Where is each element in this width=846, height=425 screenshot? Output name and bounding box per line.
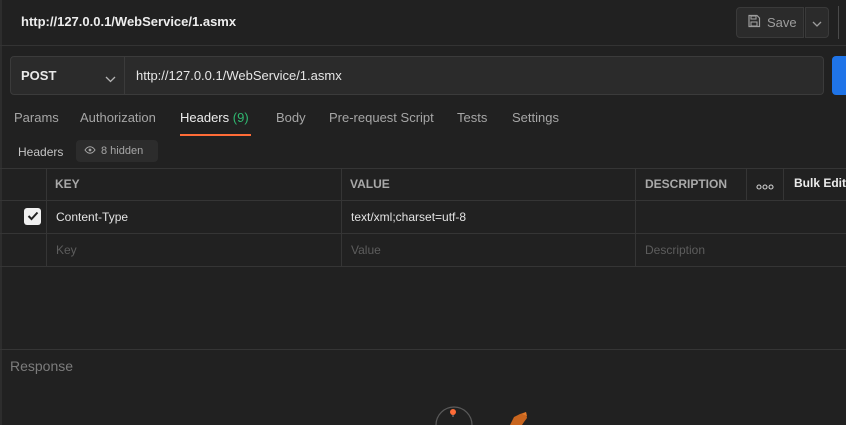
column-header-value: VALUE: [350, 177, 390, 191]
method-label: POST: [21, 68, 57, 83]
tab-settings[interactable]: Settings: [512, 110, 559, 136]
chevron-down-icon: [105, 71, 116, 86]
postman-app: http://127.0.0.1/WebService/1.asmx Save …: [0, 0, 846, 425]
send-button[interactable]: [832, 56, 846, 95]
save-button[interactable]: Save: [736, 7, 804, 38]
tab-params[interactable]: Params: [14, 110, 59, 136]
empty-state-illustration: [430, 405, 540, 425]
request-title-bar: http://127.0.0.1/WebService/1.asmx Save: [0, 0, 846, 46]
save-icon: [747, 14, 761, 31]
tab-pre-request-script[interactable]: Pre-request Script: [329, 110, 434, 136]
save-dropdown-button[interactable]: [805, 7, 829, 38]
headers-section-label: Headers: [18, 145, 64, 159]
tab-label: Headers: [180, 110, 230, 125]
save-label: Save: [767, 15, 797, 30]
tab-tests[interactable]: Tests: [457, 110, 487, 136]
left-edge: [0, 0, 2, 425]
tab-count-badge: (9): [232, 110, 249, 125]
tab-label: Authorization: [80, 110, 156, 125]
divider: [0, 200, 846, 201]
url-input[interactable]: http://127.0.0.1/WebService/1.asmx: [125, 56, 824, 95]
divider: [783, 168, 784, 200]
method-select[interactable]: POST: [10, 56, 125, 95]
divider: [0, 233, 846, 234]
tab-label: Settings: [512, 110, 559, 125]
url-text: http://127.0.0.1/WebService/1.asmx: [136, 68, 342, 83]
ellipsis-icon[interactable]: [756, 179, 774, 190]
divider: [746, 168, 747, 200]
column-header-key: KEY: [55, 177, 80, 191]
divider: [0, 168, 846, 169]
divider: [341, 168, 342, 266]
tab-authorization[interactable]: Authorization: [80, 110, 156, 136]
tab-label: Params: [14, 110, 59, 125]
header-value-cell[interactable]: text/xml;charset=utf-8: [351, 210, 466, 224]
tab-label: Tests: [457, 110, 488, 125]
description-input[interactable]: Description: [645, 243, 705, 257]
header-key-cell[interactable]: Content-Type: [56, 210, 128, 224]
request-title[interactable]: http://127.0.0.1/WebService/1.asmx: [21, 14, 236, 29]
bulk-edit-button[interactable]: Bulk Edit: [794, 176, 846, 190]
checkmark-icon: [27, 208, 39, 226]
column-header-description: DESCRIPTION: [645, 177, 728, 191]
divider: [635, 168, 636, 266]
tab-body[interactable]: Body: [276, 110, 306, 136]
divider: [46, 168, 47, 266]
response-label: Response: [10, 358, 74, 374]
divider: [838, 6, 839, 39]
header-description-cell[interactable]: [645, 210, 745, 224]
response-divider[interactable]: [0, 349, 846, 350]
request-tabs: Params Authorization Headers (9) Body Pr…: [0, 110, 846, 136]
value-input[interactable]: Value: [351, 243, 381, 257]
row-enabled-checkbox[interactable]: [24, 208, 41, 225]
tab-label: Pre-request Script: [329, 110, 434, 125]
chevron-down-icon: [812, 14, 822, 32]
tab-headers[interactable]: Headers (9): [180, 110, 249, 136]
key-input[interactable]: Key: [56, 243, 77, 257]
active-tab-indicator: [180, 134, 251, 136]
tab-label: Body: [276, 110, 306, 125]
eye-icon: [84, 145, 96, 157]
hidden-headers-toggle[interactable]: 8 hidden: [76, 140, 158, 162]
divider: [0, 266, 846, 267]
hidden-count: 8 hidden: [101, 145, 144, 157]
